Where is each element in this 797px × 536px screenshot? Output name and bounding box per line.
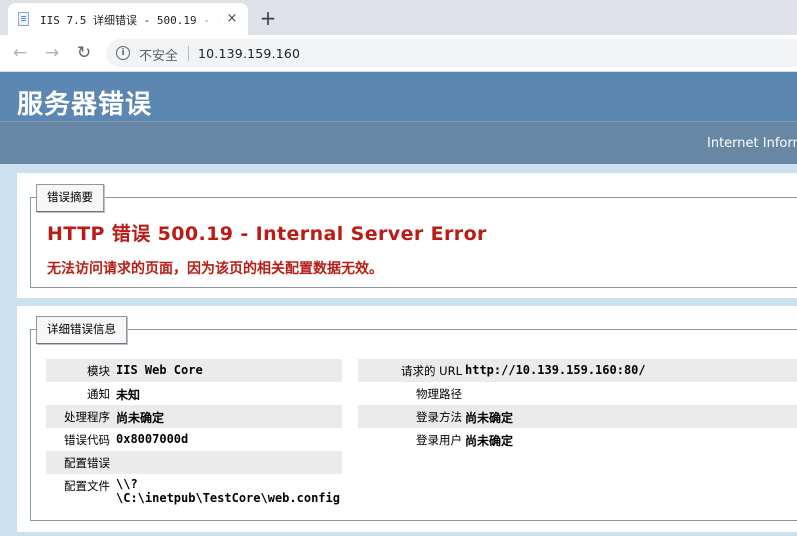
info-icon[interactable]: i [116,46,130,60]
close-tab-icon[interactable]: × [224,11,240,27]
detail-table-left: 模块 IIS Web Core 通知 未知 处理程序 尚未确定 错误代码 0x8… [46,359,342,518]
config-file-line-1: \\? [116,477,138,491]
detail-table-right: 请求的 URL http://10.139.159.160:80/ 物理路径 登… [358,359,797,451]
url-text[interactable]: 10.139.159.160 [198,46,300,61]
detail-value: 0x8007000d [116,432,189,446]
detail-label: 模块 [87,364,110,378]
detail-label: 处理程序 [64,410,110,424]
detail-row-config-file: 配置文件 \\? \C:\inetpub\TestCore\web.config [46,474,342,518]
detail-row-handler: 处理程序 尚未确定 [46,405,342,428]
detail-row-request-url: 请求的 URL http://10.139.159.160:80/ [358,359,797,382]
error-detail-panel: 详细错误信息 模块 IIS Web Core 通知 未知 处理程序 尚未确定 错… [17,306,797,532]
detail-value: 未知 [116,388,141,402]
detail-label: 配置错误 [64,456,110,470]
page-content: 服务器错误 Internet Information Services 7.5 … [0,72,797,536]
error-heading: HTTP 错误 500.19 - Internal Server Error [47,223,487,245]
detail-label: 配置文件 [64,479,110,493]
page-title: 服务器错误 [17,90,153,120]
detail-value: 尚未确定 [465,434,514,448]
new-tab-button[interactable]: + [256,6,280,30]
forward-button[interactable]: → [40,41,64,65]
error-summary-legend: 错误摘要 [36,184,104,212]
error-detail-fieldset: 详细错误信息 模块 IIS Web Core 通知 未知 处理程序 尚未确定 错… [30,316,797,521]
detail-value: http://10.139.159.160:80/ [465,363,646,377]
back-button[interactable]: ← [8,41,32,65]
detail-row-error-code: 错误代码 0x8007000d [46,428,342,451]
address-bar[interactable]: i 不安全 10.139.159.160 [106,39,797,67]
detail-row-logon-method: 登录方法 尚未确定 [358,405,797,428]
error-detail-legend: 详细错误信息 [36,316,127,344]
tab-title: IIS 7.5 详细错误 - 500.19 - Internal Server … [40,14,220,27]
error-summary-panel: 错误摘要 HTTP 错误 500.19 - Internal Server Er… [17,173,797,298]
config-file-line-2: \C:\inetpub\TestCore\web.config [116,491,340,505]
detail-row-logon-user: 登录用户 尚未确定 [358,428,797,451]
address-separator [188,46,189,61]
reload-button[interactable]: ↻ [72,41,96,65]
detail-value: 尚未确定 [465,411,514,425]
detail-row-notification: 通知 未知 [46,382,342,405]
server-name: Internet Information Services 7.5 [707,136,797,151]
detail-value: \\? \C:\inetpub\TestCore\web.config [116,477,340,505]
detail-row-physical-path: 物理路径 [358,382,797,405]
error-summary-fieldset: 错误摘要 HTTP 错误 500.19 - Internal Server Er… [30,184,797,288]
detail-label: 物理路径 [416,387,462,401]
tab-strip: IIS 7.5 详细错误 - 500.19 - Internal Server … [0,0,797,35]
detail-label: 登录用户 [416,433,462,447]
detail-label: 登录方法 [416,410,462,424]
detail-label: 通知 [87,387,110,401]
browser-tab[interactable]: IIS 7.5 详细错误 - 500.19 - Internal Server … [8,3,248,35]
browser-toolbar: ← → ↻ i 不安全 10.139.159.160 [0,35,797,72]
detail-row-module: 模块 IIS Web Core [46,359,342,382]
page-subheader: Internet Information Services 7.5 [0,121,797,164]
detail-label: 请求的 URL [401,364,462,378]
detail-value: 尚未确定 [116,411,165,425]
detail-label: 错误代码 [64,433,110,447]
detail-value: IIS Web Core [116,363,203,377]
security-label[interactable]: 不安全 [139,45,178,64]
error-message: 无法访问请求的页面，因为该页的相关配置数据无效。 [47,261,383,277]
detail-row-config-error: 配置错误 [46,451,342,474]
page-header: 服务器错误 [0,72,797,121]
page-icon [18,12,29,26]
